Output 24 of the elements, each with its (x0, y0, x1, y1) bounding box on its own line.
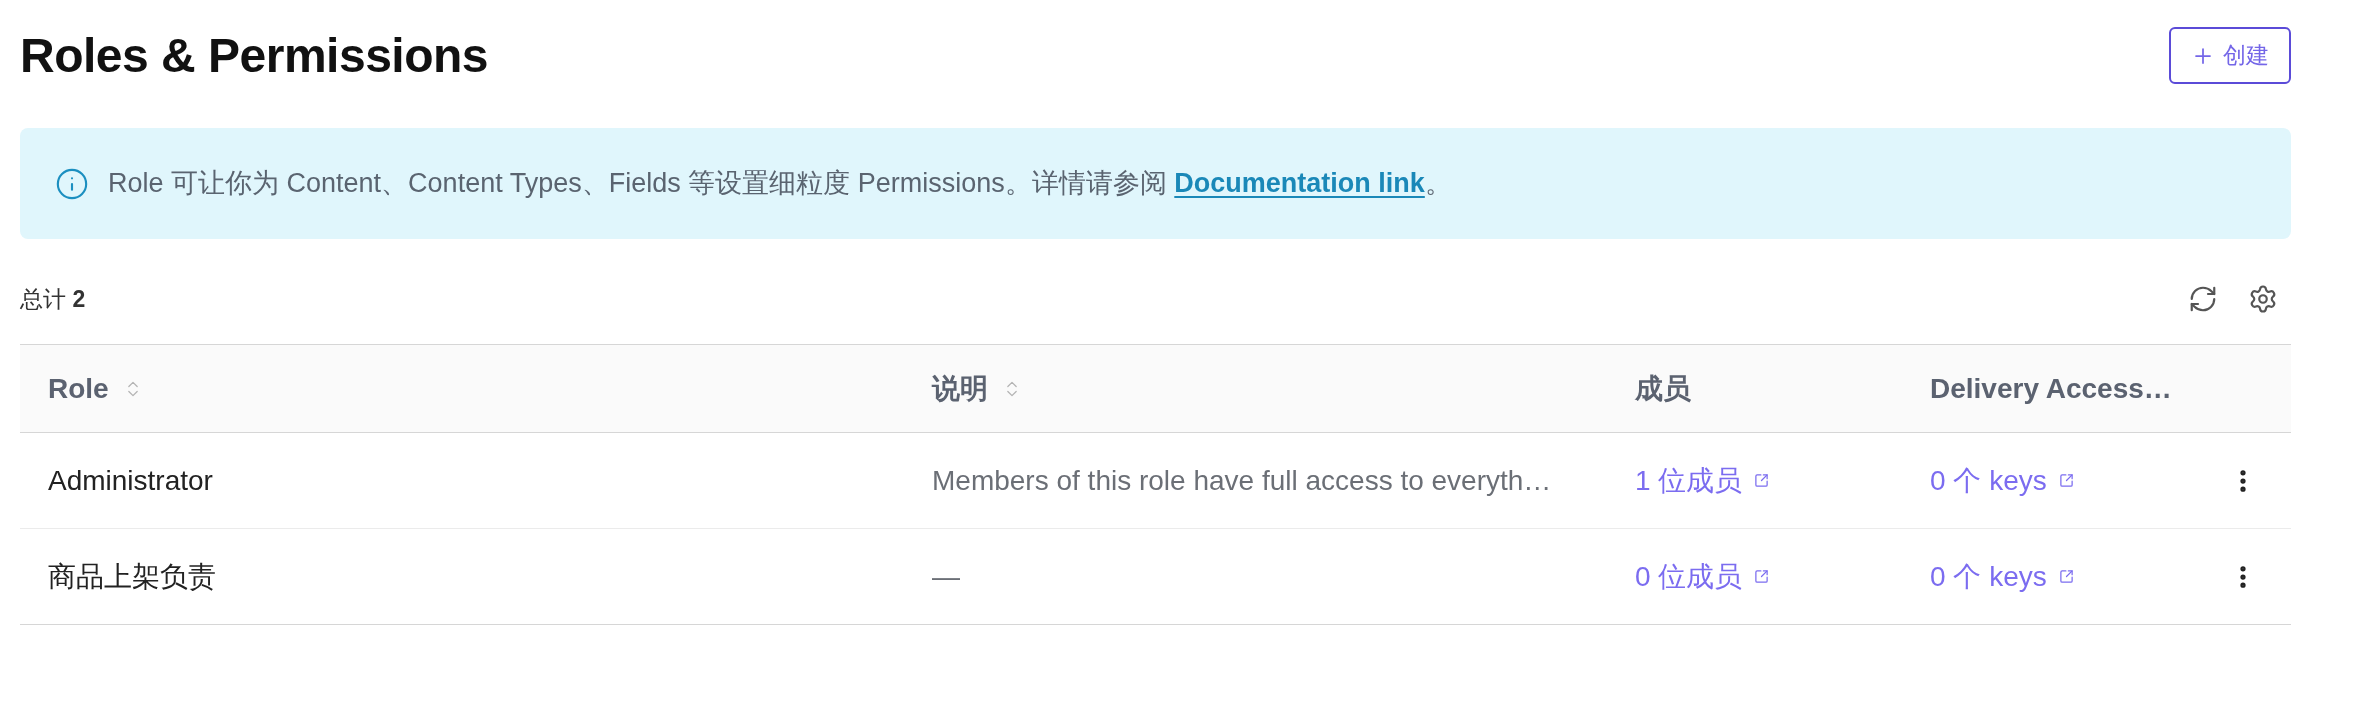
column-header: 成员 (1635, 372, 1691, 404)
info-icon (55, 166, 89, 201)
column-header[interactable]: Role (48, 367, 143, 410)
external-link-icon (2058, 569, 2074, 584)
role-description: Members of this role have full access to everyth… (932, 464, 1552, 496)
keys-link[interactable]: 0 个 keys (1930, 459, 2074, 502)
column-header: Delivery Access… (1930, 372, 2172, 404)
info-message: Role 可让你为 Content、Content Types、Fields 等设置细粒度 Permissions。详情请参阅 Documentation link。 (108, 167, 1452, 201)
refresh-icon[interactable] (2188, 284, 2218, 314)
role-name: 商品上架负责 (48, 560, 216, 592)
documentation-link[interactable]: Documentation link (1174, 168, 1425, 199)
role-description: — (932, 560, 960, 592)
external-link-icon (2058, 473, 2074, 488)
page-title: Roles & Permissions (20, 31, 488, 80)
members-link[interactable]: 1 位成员 (1635, 459, 1770, 502)
members-link[interactable]: 0 位成员 (1635, 555, 1770, 598)
role-name: Administrator (48, 464, 213, 496)
create-button[interactable]: 创建 (2169, 27, 2291, 84)
settings-icon[interactable] (2248, 284, 2278, 314)
keys-link[interactable]: 0 个 keys (1930, 555, 2074, 598)
column-header[interactable]: 说明 (932, 367, 1022, 410)
external-link-icon (1754, 569, 1770, 584)
total-count: 总计 2 (20, 284, 86, 314)
external-link-icon (1754, 473, 1770, 488)
